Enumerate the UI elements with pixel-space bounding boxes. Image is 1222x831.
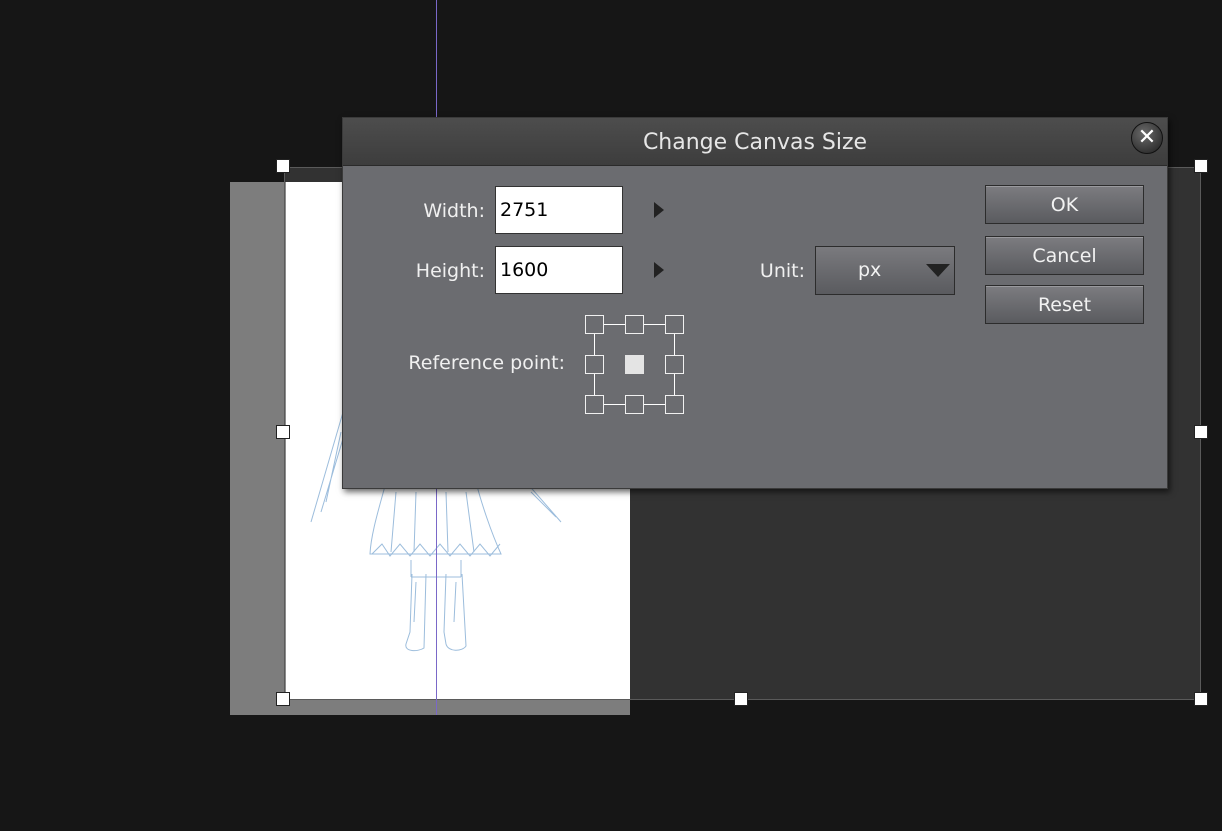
height-input[interactable] (495, 246, 623, 294)
ref-point-middle-left[interactable] (585, 355, 604, 374)
resize-handle-middle-left[interactable] (276, 425, 290, 439)
ref-point-bottom-left[interactable] (585, 395, 604, 414)
reference-point-grid (585, 315, 686, 416)
close-button[interactable]: ✕ (1131, 122, 1163, 154)
ref-point-bottom-right[interactable] (665, 395, 684, 414)
height-label: Height: (415, 260, 485, 282)
resize-handle-middle-right[interactable] (1194, 425, 1208, 439)
resize-handle-bottom-left[interactable] (276, 692, 290, 706)
width-arrow-button[interactable] (651, 198, 667, 222)
resize-handle-top-right[interactable] (1194, 159, 1208, 173)
ref-point-middle-right[interactable] (665, 355, 684, 374)
resize-handle-bottom-center[interactable] (734, 692, 748, 706)
ref-point-bottom-center[interactable] (625, 395, 644, 414)
resize-handle-bottom-right[interactable] (1194, 692, 1208, 706)
width-input[interactable] (495, 186, 623, 234)
dialog-titlebar[interactable]: Change Canvas Size ✕ (343, 118, 1167, 166)
close-icon: ✕ (1137, 125, 1157, 150)
ref-point-top-right[interactable] (665, 315, 684, 334)
unit-value: px (858, 259, 882, 281)
reset-button[interactable]: Reset (985, 285, 1144, 324)
play-arrow-icon (654, 202, 664, 218)
play-arrow-icon (654, 262, 664, 278)
unit-dropdown[interactable]: px (815, 246, 955, 295)
chevron-down-icon (926, 264, 950, 277)
dialog-title: Change Canvas Size (642, 130, 868, 155)
height-arrow-button[interactable] (651, 258, 667, 282)
ref-point-center[interactable] (625, 355, 644, 374)
resize-handle-top-left[interactable] (276, 159, 290, 173)
reference-point-label: Reference point: (408, 352, 565, 374)
ref-point-top-center[interactable] (625, 315, 644, 334)
ref-point-top-left[interactable] (585, 315, 604, 334)
unit-label: Unit: (759, 260, 805, 282)
change-canvas-size-dialog: Change Canvas Size ✕ Width: Height: Unit… (342, 117, 1168, 489)
cancel-button[interactable]: Cancel (985, 236, 1144, 275)
ok-button[interactable]: OK (985, 185, 1144, 224)
width-label: Width: (423, 200, 485, 222)
